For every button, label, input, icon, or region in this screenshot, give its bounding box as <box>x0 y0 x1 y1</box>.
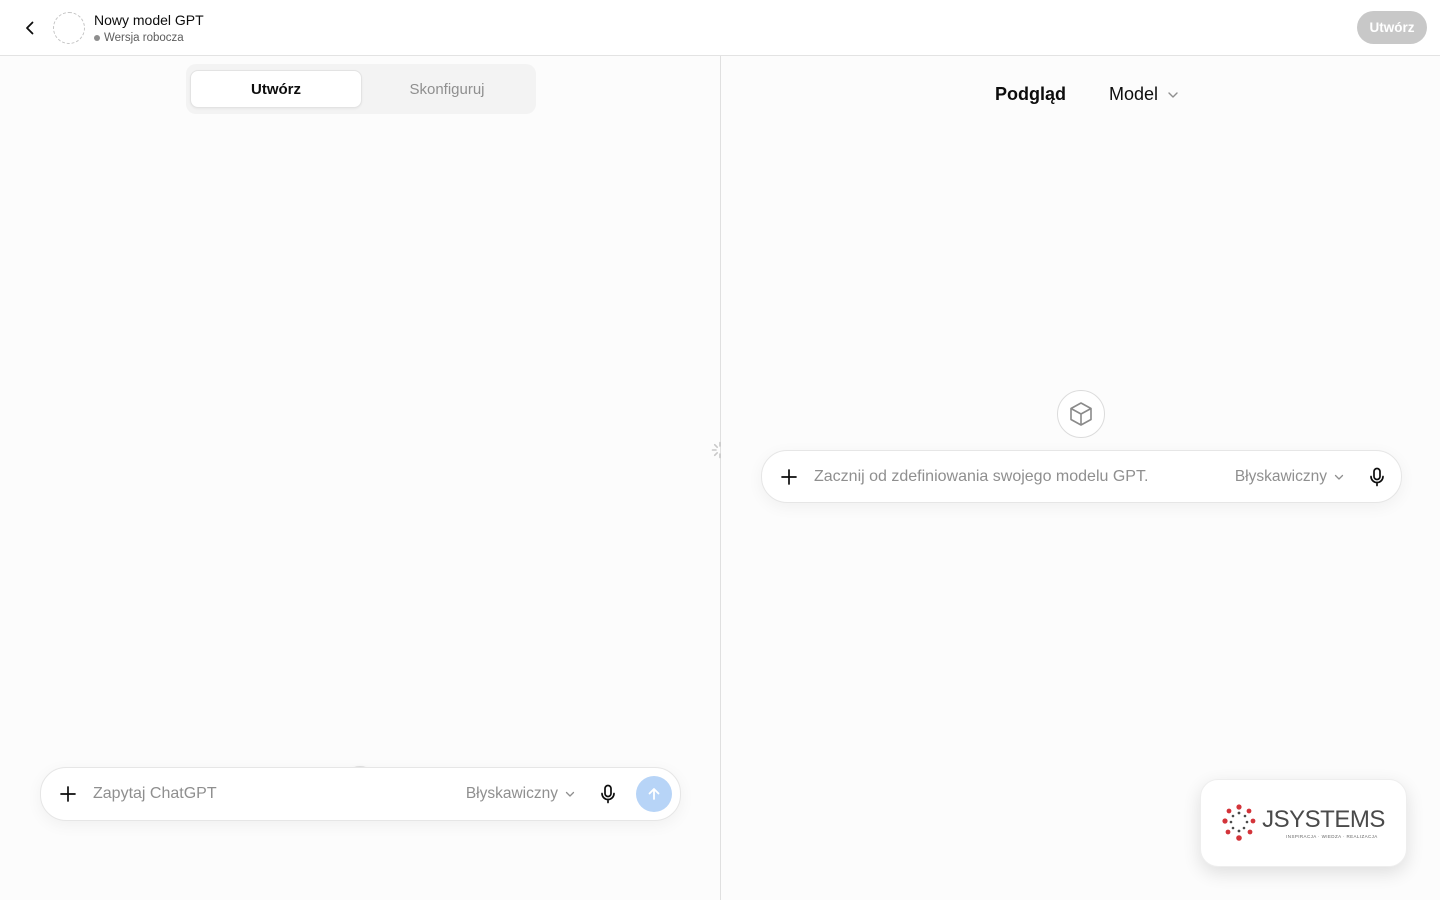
plus-icon <box>60 786 76 802</box>
gpt-title: Nowy model GPT <box>94 12 204 28</box>
preview-model-label: Błyskawiczny <box>1234 467 1327 485</box>
tab-preview[interactable]: Podgląd <box>995 84 1066 105</box>
jsystems-logo-icon <box>1222 804 1256 841</box>
draft-status-label: Wersja robocza <box>104 32 184 44</box>
gpt-preview-avatar <box>1057 390 1105 438</box>
mic-icon <box>1370 467 1384 486</box>
back-button[interactable] <box>16 14 44 42</box>
chevron-left-icon <box>26 21 34 35</box>
attach-button[interactable] <box>55 781 81 807</box>
preview-model-select[interactable]: Błyskawiczny <box>1235 468 1345 486</box>
tab-create[interactable]: Utwórz <box>190 70 362 108</box>
builder-prompt-input[interactable] <box>93 785 466 803</box>
chevron-down-icon <box>565 791 575 797</box>
arrow-up-icon <box>648 788 660 800</box>
top-bar: Nowy model GPT Wersja robocza Utwórz <box>0 0 1440 56</box>
builder-tabs: Utwórz Skonfiguruj <box>186 64 536 114</box>
send-button[interactable] <box>636 776 672 812</box>
preview-mic-button[interactable] <box>1363 463 1391 491</box>
create-button[interactable]: Utwórz <box>1357 11 1427 44</box>
model-dropdown[interactable]: Model <box>1109 84 1180 105</box>
jsystems-brand: JSYSTEMS <box>1262 805 1385 833</box>
jsystems-logo-card: JSYSTEMS INSPIRACJA · WIEDZA · REALIZACJ… <box>1200 779 1407 867</box>
status-dot-icon <box>94 35 100 41</box>
preview-attach-button[interactable] <box>776 464 802 490</box>
model-dropdown-label: Model <box>1109 84 1159 104</box>
builder-model-select[interactable]: Błyskawiczny <box>466 785 576 803</box>
plus-icon <box>781 468 797 485</box>
mic-icon <box>601 784 615 804</box>
preview-composer: Błyskawiczny <box>761 450 1402 503</box>
builder-model-label: Błyskawiczny <box>465 785 558 802</box>
cube-icon <box>1070 402 1092 426</box>
gpt-avatar-placeholder[interactable] <box>53 12 85 44</box>
chevron-down-icon <box>1168 91 1178 98</box>
builder-composer: Błyskawiczny <box>40 767 681 821</box>
chevron-down-icon <box>1334 474 1344 480</box>
draft-status: Wersja robocza <box>94 32 184 44</box>
preview-prompt-input[interactable] <box>814 467 1235 486</box>
jsystems-tagline: INSPIRACJA · WIEDZA · REALIZACJA <box>1286 833 1378 839</box>
tab-configure[interactable]: Skonfiguruj <box>362 70 532 108</box>
builder-mic-button[interactable] <box>594 780 622 808</box>
